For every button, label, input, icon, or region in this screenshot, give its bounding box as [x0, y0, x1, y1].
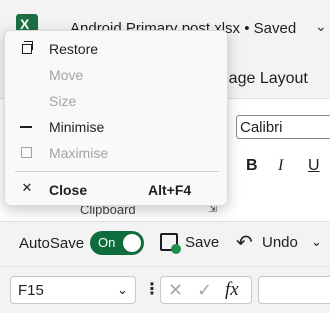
formula-bar: F15 ⌄ ⋮ ✕ ✓ fx — [0, 266, 330, 313]
save-icon[interactable] — [160, 233, 181, 254]
underline-button[interactable]: U — [308, 157, 320, 175]
restore-icon — [22, 41, 33, 54]
more-options-icon[interactable]: ⋮ — [144, 279, 160, 299]
autosave-label: AutoSave — [19, 235, 85, 252]
bold-button[interactable]: B — [246, 157, 258, 175]
menu-item-move: Move — [5, 62, 227, 88]
system-menu: Restore Move Size Minimise Maximise ✕ Cl… — [4, 30, 228, 206]
minimise-icon — [20, 126, 32, 128]
close-icon: ✕ — [21, 180, 33, 195]
menu-item-label: Close — [49, 182, 88, 198]
menu-item-minimise[interactable]: Minimise — [5, 114, 227, 140]
menu-item-shortcut: Alt+F4 — [148, 182, 192, 198]
italic-button[interactable]: I — [278, 157, 283, 175]
tab-page-layout[interactable]: Page Layout — [218, 70, 308, 88]
name-box-chevron-icon[interactable]: ⌄ — [117, 282, 128, 298]
quick-access-toolbar: AutoSave On Save ↶ Undo ⌄ — [0, 221, 330, 266]
formula-input[interactable] — [258, 276, 330, 304]
menu-item-label: Restore — [49, 41, 99, 57]
undo-dropdown-chevron-icon[interactable]: ⌄ — [311, 234, 322, 250]
name-box-value: F15 — [18, 282, 44, 299]
title-chevron-icon[interactable]: ⌄ — [315, 18, 327, 35]
menu-item-label: Move — [49, 67, 84, 83]
menu-item-label: Size — [49, 93, 77, 109]
menu-separator — [15, 171, 219, 172]
undo-icon[interactable]: ↶ — [236, 230, 253, 255]
enter-icon[interactable]: ✓ — [197, 280, 212, 301]
cancel-icon[interactable]: ✕ — [168, 280, 183, 301]
undo-button[interactable]: Undo — [262, 234, 298, 251]
font-name-value: Calibri — [240, 119, 283, 136]
menu-item-label: Minimise — [49, 119, 105, 135]
name-box[interactable]: F15 ⌄ — [10, 276, 136, 304]
autosave-toggle-state: On — [98, 235, 116, 250]
formula-tools: ✕ ✓ fx — [160, 276, 252, 304]
autosave-toggle[interactable]: On — [90, 231, 144, 255]
font-name-combobox[interactable]: Calibri — [236, 115, 330, 139]
menu-item-label: Maximise — [49, 145, 109, 161]
save-button[interactable]: Save — [185, 234, 219, 251]
menu-item-size: Size — [5, 88, 227, 114]
maximise-icon — [21, 147, 32, 158]
toggle-knob — [123, 234, 141, 252]
insert-function-icon[interactable]: fx — [225, 279, 239, 301]
menu-item-maximise: Maximise — [5, 140, 227, 166]
menu-item-close[interactable]: ✕ Close Alt+F4 — [5, 177, 227, 203]
menu-item-restore[interactable]: Restore — [5, 36, 227, 62]
